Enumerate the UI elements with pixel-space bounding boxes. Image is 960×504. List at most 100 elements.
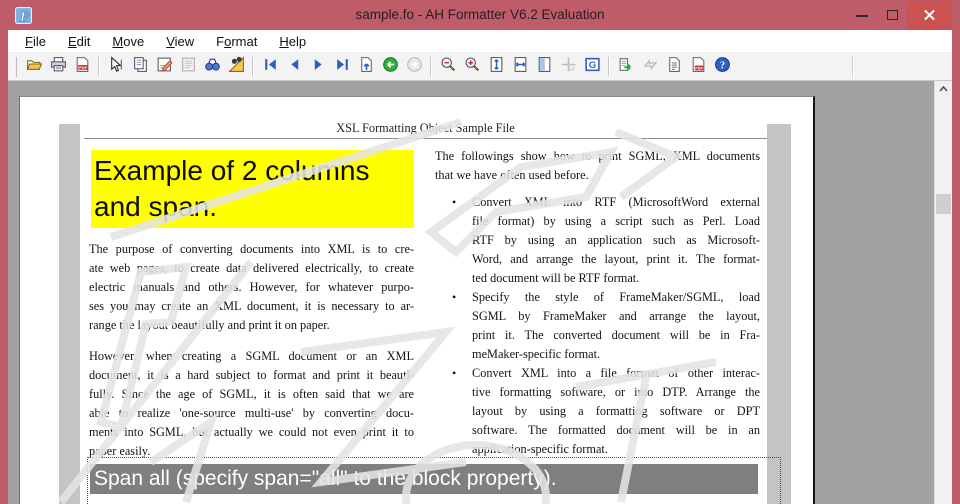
zoom-in-icon: [464, 56, 481, 78]
fit-width-button[interactable]: [508, 55, 532, 78]
span-all-bar: Span all (specify span="all" to the bloc…: [90, 464, 758, 494]
first-page-button[interactable]: [258, 55, 282, 78]
minimize-icon: [856, 15, 868, 17]
paragraph: The followings show how to print SGML, X…: [435, 147, 760, 185]
text-line: ments into SGML, but actually we could n…: [89, 425, 414, 439]
go-to-tag-button[interactable]: G: [580, 55, 604, 78]
text-line: Convert XML into a file format of other …: [472, 366, 760, 380]
bullet-icon: •: [452, 290, 457, 304]
zoom-out-button[interactable]: [436, 55, 460, 78]
scrollbar-thumb[interactable]: [936, 194, 951, 214]
last-page-button[interactable]: [330, 55, 354, 78]
toolbar-separator: [98, 57, 100, 76]
area-select-button[interactable]: [224, 55, 248, 78]
save-pdf-icon: PDF: [74, 56, 91, 78]
span-all-block[interactable]: Span all (specify span="all" to the bloc…: [87, 457, 781, 504]
text-line: meMaker-specific format.: [472, 347, 601, 361]
scroll-up-button[interactable]: [935, 81, 952, 97]
toolbar-band-edge: [852, 55, 854, 78]
select-button[interactable]: [104, 55, 128, 78]
menu-edit[interactable]: Edit: [57, 32, 101, 51]
menu-move[interactable]: Move: [101, 32, 155, 51]
close-button[interactable]: [907, 1, 952, 29]
grid-disabled-icon: [560, 56, 577, 78]
svg-text:G: G: [588, 60, 595, 71]
maximize-icon: [887, 10, 898, 20]
page-header-rule: [84, 138, 767, 139]
copy-icon: [132, 56, 149, 78]
text-line: document, it is a hard subject to format…: [89, 368, 414, 382]
output-pdf-button[interactable]: PDF: [686, 55, 710, 78]
first-page-icon: [262, 56, 279, 78]
find-button[interactable]: [200, 55, 224, 78]
paragraph: However, when creating a SGML document o…: [89, 347, 414, 461]
bullet-list: • Convert XML into RTF (MicrosoftWord ext…: [435, 193, 760, 459]
window-frame: File Edit Move View Format Help PDF G PDF?…: [8, 30, 952, 504]
find-icon: [204, 56, 221, 78]
right-margin-strip: [767, 124, 791, 504]
open-icon: [26, 56, 43, 78]
fit-height-icon: [488, 56, 505, 78]
back-icon: [382, 56, 399, 78]
minimize-button[interactable]: [847, 1, 877, 29]
zoom-in-button[interactable]: [460, 55, 484, 78]
print-button[interactable]: [46, 55, 70, 78]
toolbar-separator: [430, 57, 432, 76]
text-line: print it. The converted document will be…: [472, 328, 760, 342]
menu-format[interactable]: Format: [205, 32, 268, 51]
help-button[interactable]: ?: [710, 55, 734, 78]
open-button[interactable]: [22, 55, 46, 78]
next-page-button[interactable]: [306, 55, 330, 78]
fit-page-icon: [536, 56, 553, 78]
help-icon: ?: [714, 56, 731, 78]
bullet-icon: •: [452, 366, 457, 380]
fit-page-button[interactable]: [532, 55, 556, 78]
toolbar-grip[interactable]: [12, 56, 17, 77]
go-to-tag-icon: G: [584, 56, 601, 78]
stop-disabled-icon: [642, 56, 659, 78]
copy-button[interactable]: [128, 55, 152, 78]
vertical-scrollbar[interactable]: [934, 81, 952, 504]
text-line: Word, and arrange the layout, print it. …: [472, 252, 760, 266]
menu-file[interactable]: File: [14, 32, 57, 51]
menu-help[interactable]: Help: [268, 32, 317, 51]
back-button[interactable]: [378, 55, 402, 78]
text-line: tive formatting software, or into DTP. A…: [472, 385, 760, 399]
maximize-button[interactable]: [877, 1, 907, 29]
fit-width-icon: [512, 56, 529, 78]
save-pdf-button[interactable]: PDF: [70, 55, 94, 78]
text-line: RTF by using an application such as Micr…: [472, 233, 760, 247]
select-icon: [108, 55, 125, 78]
window-controls: [847, 1, 952, 29]
prev-page-icon: [286, 56, 303, 78]
svg-text:?: ?: [719, 60, 724, 71]
list-item: • Convert XML into a file format of other…: [435, 364, 760, 459]
prev-page-button[interactable]: [282, 55, 306, 78]
text-view-icon: [666, 56, 683, 78]
fit-height-button[interactable]: [484, 55, 508, 78]
text-view-button[interactable]: [662, 55, 686, 78]
text-line: software. The formatted document will be…: [472, 423, 760, 437]
window-title: sample.fo - AH Formatter V6.2 Evaluation: [355, 7, 605, 22]
text-line: file format) by using a script such as P…: [472, 214, 760, 228]
text-line: and span.: [94, 191, 217, 222]
print-icon: [50, 56, 67, 78]
toolbar: PDF G PDF?: [8, 53, 952, 81]
title-bar: F sample.fo - AH Formatter V6.2 Evaluati…: [0, 0, 960, 30]
grid-disabled-button: [556, 55, 580, 78]
run-format-button[interactable]: [614, 55, 638, 78]
edit-button[interactable]: [152, 55, 176, 78]
last-page-icon: [334, 56, 351, 78]
forward-icon: [406, 56, 423, 78]
text-line: Convert XML into RTF (MicrosoftWord exte…: [472, 195, 760, 209]
text-line: electric manuals and others. However, fo…: [89, 280, 414, 294]
text-line: ate web pages, to create data delivered …: [89, 261, 414, 275]
menu-view[interactable]: View: [155, 32, 205, 51]
svg-text:PDF: PDF: [79, 64, 88, 69]
page: XSL Formatting Object Sample File Exampl…: [19, 96, 815, 504]
left-margin-strip: [59, 124, 80, 504]
page-setup-button[interactable]: [354, 55, 378, 78]
text-line: ted document will be RTF format.: [472, 271, 640, 285]
text-line: The purpose of converting documents into…: [89, 242, 414, 256]
list-item: • Specify the style of FrameMaker/SGML, l…: [435, 288, 760, 364]
